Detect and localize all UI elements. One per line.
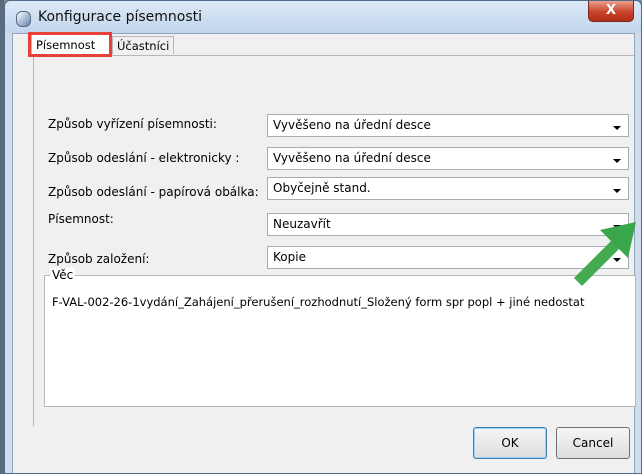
label-odeslani-elektronicky: Způsob odeslání - elektronicky : <box>48 151 240 165</box>
select-odeslani-papirova[interactable]: Obyčejně stand. <box>267 177 629 200</box>
select-value: Obyčejně stand. <box>273 181 371 195</box>
select-value: Vyvěšeno na úřední desce <box>273 151 431 165</box>
chevron-down-icon <box>613 126 621 130</box>
label-zpusob-zalozeni: Způsob založení: <box>48 252 150 266</box>
label-odeslani-papirova: Způsob odeslání - papírová obálka: <box>48 185 259 199</box>
label-pisemnost: Písemnost: <box>48 212 114 226</box>
select-value: Vyvěšeno na úřední desce <box>273 118 431 132</box>
tab-label: Účastníci <box>117 39 170 53</box>
chevron-down-icon <box>613 189 621 193</box>
cancel-button[interactable]: Cancel <box>556 427 630 459</box>
title-bar[interactable]: Konfigurace písemnosti X <box>5 1 641 33</box>
tab-highlight-annotation <box>28 32 112 57</box>
close-icon: X <box>605 3 617 18</box>
select-value: Kopie <box>273 250 306 264</box>
tab-ucastnici[interactable]: Účastníci <box>112 36 174 54</box>
close-button[interactable]: X <box>588 1 634 22</box>
subject-text[interactable]: F-VAL-002-26-1vydání_Zahájení_přerušení_… <box>52 295 632 309</box>
ok-button[interactable]: OK <box>473 427 547 459</box>
subject-legend: Věc <box>50 268 76 282</box>
annotation-arrow-icon <box>574 222 636 286</box>
select-zpusob-vyrizeni[interactable]: Vyvěšeno na úřední desce <box>267 114 629 137</box>
select-value: Neuzavřít <box>273 217 331 231</box>
chevron-down-icon <box>613 159 621 163</box>
select-odeslani-elektronicky[interactable]: Vyvěšeno na úřední desce <box>267 147 629 170</box>
app-globe-icon <box>16 11 31 27</box>
window-title: Konfigurace písemnosti <box>38 9 203 25</box>
label-zpusob-vyrizeni: Způsob vyřízení písemnosti: <box>48 117 217 131</box>
